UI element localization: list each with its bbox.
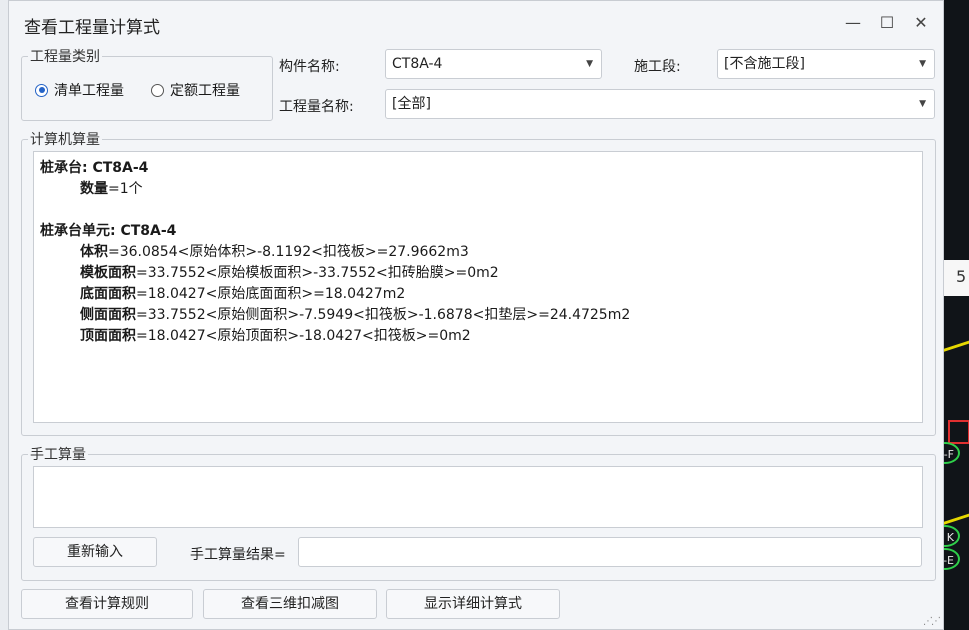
- background-app-panel: 5: [944, 260, 969, 296]
- calc-line: 模板面积=33.7552<原始模板面积>-33.7552<扣砖胎膜>=0m2: [40, 263, 916, 284]
- calc-line: 顶面面积=18.0427<原始顶面积>-18.0427<扣筏板>=0m2: [40, 326, 916, 347]
- construction-stage-select[interactable]: [不含施工段] ▼: [717, 49, 935, 79]
- calc-line: 侧面面积=33.7552<原始侧面积>-7.5949<扣筏板>-1.6878<扣…: [40, 305, 916, 326]
- maximize-button[interactable]: ☐: [875, 11, 899, 35]
- background-red-marker: [948, 420, 969, 444]
- quantity-name-label: 工程量名称:: [279, 99, 354, 115]
- quantity-expression: =18.0427<原始顶面积>-18.0427<扣筏板>=0m2: [136, 328, 471, 344]
- quota-quantity-label: 定额工程量: [170, 83, 240, 99]
- view-quantity-formula-dialog: 查看工程量计算式 — ☐ ✕ 工程量类别 清单工程量 定额工程量 构件名称: C…: [8, 0, 944, 630]
- calc-line: 数量=1个: [40, 179, 916, 200]
- calc-line: 体积=36.0854<原始体积>-8.1192<扣筏板>=27.9662m3: [40, 242, 916, 263]
- quantity-expression: =1个: [108, 181, 143, 197]
- manual-result-field[interactable]: [298, 537, 922, 567]
- component-name-select[interactable]: CT8A-4 ▼: [385, 49, 602, 79]
- resize-grip-icon[interactable]: ⋰⋰: [923, 616, 941, 627]
- bill-quantity-label: 清单工程量: [54, 83, 124, 99]
- quota-quantity-radio[interactable]: 定额工程量: [151, 80, 240, 100]
- quantity-expression: =18.0427<原始底面面积>=18.0427m2: [136, 286, 406, 302]
- pile-cap-unit-title: 桩承台单元: CT8A-4: [40, 223, 177, 239]
- dropdown-arrow-icon: ▼: [586, 59, 593, 69]
- computer-calc-text-area[interactable]: 桩承台: CT8A-4 数量=1个 桩承台单元: CT8A-4 体积=36.08…: [33, 151, 923, 423]
- title-bar[interactable]: 查看工程量计算式 — ☐ ✕: [9, 1, 943, 45]
- bill-quantity-radio[interactable]: 清单工程量: [35, 80, 124, 100]
- quantity-type-legend: 工程量类别: [30, 49, 100, 65]
- radio-unselected-icon: [151, 83, 164, 97]
- construction-stage-value: [不含施工段]: [724, 56, 805, 72]
- component-name-value: CT8A-4: [392, 56, 443, 72]
- background-app-canvas: 5 -F K -E: [924, 0, 969, 630]
- component-name-label: 构件名称:: [279, 59, 340, 75]
- manual-calc-legend: 手工算量: [30, 447, 86, 463]
- quantity-name: 顶面面积: [80, 328, 136, 344]
- calc-line: 底面面积=18.0427<原始底面面积>=18.0427m2: [40, 284, 916, 305]
- quantity-name: 模板面积: [80, 265, 136, 281]
- quantity-name: 数量: [80, 181, 108, 197]
- background-edge-digit: 5: [956, 267, 967, 286]
- dropdown-arrow-icon: ▼: [919, 59, 926, 69]
- construction-stage-label: 施工段:: [634, 59, 681, 75]
- quantity-name-select[interactable]: [全部] ▼: [385, 89, 935, 119]
- computer-calc-legend: 计算机算量: [30, 132, 100, 148]
- quantity-name-value: [全部]: [392, 96, 431, 112]
- quantity-name: 底面面积: [80, 286, 136, 302]
- reenter-button[interactable]: 重新输入: [33, 537, 157, 567]
- dialog-title: 查看工程量计算式: [24, 18, 160, 38]
- close-button[interactable]: ✕: [909, 11, 933, 35]
- minimize-button[interactable]: —: [841, 11, 865, 35]
- quantity-expression: =36.0854<原始体积>-8.1192<扣筏板>=27.9662m3: [108, 244, 469, 260]
- quantity-expression: =33.7552<原始模板面积>-33.7552<扣砖胎膜>=0m2: [136, 265, 499, 281]
- pile-cap-title: 桩承台: CT8A-4: [40, 160, 149, 176]
- quantity-expression: =33.7552<原始侧面积>-7.5949<扣筏板>-1.6878<扣垫层>=…: [136, 307, 631, 323]
- manual-calc-input[interactable]: [33, 466, 923, 528]
- background-app-left-edge: [0, 0, 8, 630]
- dropdown-arrow-icon: ▼: [919, 99, 926, 109]
- radio-selected-icon: [35, 83, 48, 97]
- view-calc-rules-button[interactable]: 查看计算规则: [21, 589, 193, 619]
- view-3d-deduction-button[interactable]: 查看三维扣减图: [203, 589, 377, 619]
- quantity-name: 侧面面积: [80, 307, 136, 323]
- manual-result-label: 手工算量结果=: [190, 547, 286, 563]
- show-detailed-formula-button[interactable]: 显示详细计算式: [386, 589, 560, 619]
- quantity-name: 体积: [80, 244, 108, 260]
